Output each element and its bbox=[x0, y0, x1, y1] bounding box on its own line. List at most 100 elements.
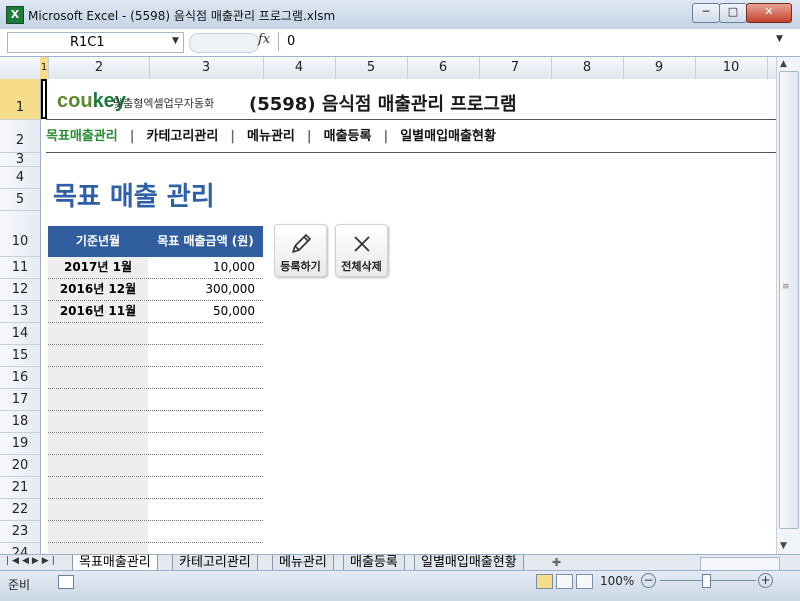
column-header[interactable]: 1 bbox=[40, 57, 49, 79]
register-button[interactable]: 등록하기 bbox=[274, 224, 327, 277]
scroll-down-icon[interactable]: ▼ bbox=[780, 541, 787, 551]
row-header[interactable]: 5 bbox=[0, 189, 40, 211]
cell-month[interactable] bbox=[48, 455, 148, 476]
cell-amount[interactable] bbox=[148, 543, 255, 554]
row-header[interactable]: 15 bbox=[0, 345, 40, 367]
column-header[interactable]: 5 bbox=[335, 57, 408, 79]
sheet-tab-menu[interactable]: 메뉴관리 bbox=[272, 555, 334, 570]
table-row[interactable] bbox=[48, 367, 263, 389]
cell-month[interactable] bbox=[48, 499, 148, 520]
row-header[interactable]: 18 bbox=[0, 411, 40, 433]
sheet-tab-category[interactable]: 카테고리관리 bbox=[172, 555, 258, 570]
cell-amount[interactable] bbox=[148, 433, 255, 454]
insert-function-icon[interactable]: fx bbox=[258, 32, 270, 47]
tab-navigation-icons[interactable]: |◀◀▶▶| bbox=[6, 556, 58, 566]
cell-month[interactable] bbox=[48, 345, 148, 366]
row-header[interactable]: 20 bbox=[0, 455, 40, 477]
chevron-down-icon[interactable]: ▼ bbox=[172, 36, 179, 46]
row-header[interactable]: 3 bbox=[0, 153, 40, 167]
table-row[interactable] bbox=[48, 521, 263, 543]
cell-amount[interactable] bbox=[148, 411, 255, 432]
row-header[interactable]: 2 bbox=[0, 120, 40, 153]
cell-month[interactable]: 2016년 11월 bbox=[48, 301, 148, 322]
table-row[interactable]: 2016년 11월 50,000 bbox=[48, 301, 263, 323]
cell-month[interactable] bbox=[48, 323, 148, 344]
row-header[interactable]: 22 bbox=[0, 499, 40, 521]
name-box[interactable]: R1C1 ▼ bbox=[7, 32, 184, 53]
minimize-button[interactable]: ─ bbox=[692, 3, 720, 23]
vertical-scrollbar[interactable]: ▲ ≡ ▼ bbox=[776, 57, 800, 554]
zoom-level[interactable]: 100% bbox=[600, 574, 634, 588]
table-row[interactable] bbox=[48, 477, 263, 499]
column-header[interactable]: 10 bbox=[695, 57, 768, 79]
table-row[interactable] bbox=[48, 323, 263, 345]
row-header[interactable]: 12 bbox=[0, 279, 40, 301]
nav-item-sales-entry[interactable]: 매출등록 bbox=[324, 125, 372, 144]
cell-amount[interactable] bbox=[148, 455, 255, 476]
zoom-out-button[interactable]: − bbox=[641, 573, 656, 588]
row-header[interactable]: 21 bbox=[0, 477, 40, 499]
table-row[interactable] bbox=[48, 499, 263, 521]
table-row[interactable]: 2017년 1월 10,000 bbox=[48, 257, 263, 279]
cell-amount[interactable]: 300,000 bbox=[148, 279, 255, 300]
page-layout-view-button[interactable] bbox=[556, 574, 573, 589]
cell-amount[interactable] bbox=[148, 477, 255, 498]
sheet-tab-daily-status[interactable]: 일별매입매출현황 bbox=[414, 555, 524, 570]
select-all-corner[interactable] bbox=[0, 57, 41, 79]
column-header[interactable]: 6 bbox=[407, 57, 480, 79]
row-header[interactable]: 17 bbox=[0, 389, 40, 411]
table-row[interactable] bbox=[48, 411, 263, 433]
formula-bar-resize-handle[interactable] bbox=[189, 33, 259, 53]
cell-month[interactable] bbox=[48, 389, 148, 410]
cell-month[interactable] bbox=[48, 543, 148, 554]
row-header[interactable]: 10 bbox=[0, 211, 40, 257]
cell-amount[interactable] bbox=[148, 345, 255, 366]
table-row[interactable] bbox=[48, 433, 263, 455]
expand-formula-bar-icon[interactable]: ▼ bbox=[776, 34, 783, 44]
cell-amount[interactable]: 50,000 bbox=[148, 301, 255, 322]
row-header[interactable]: 14 bbox=[0, 323, 40, 345]
column-header[interactable]: 7 bbox=[479, 57, 552, 79]
column-header[interactable]: 8 bbox=[551, 57, 624, 79]
formula-input[interactable]: 0 bbox=[278, 32, 776, 51]
worksheet-grid[interactable]: coukey 맞춤형엑셀업무자동화 (5598) 음식점 매출관리 프로그램 목… bbox=[41, 79, 776, 554]
cell-month[interactable] bbox=[48, 411, 148, 432]
cell-month[interactable] bbox=[48, 477, 148, 498]
column-header[interactable]: 9 bbox=[623, 57, 696, 79]
column-header[interactable]: 4 bbox=[263, 57, 336, 79]
column-header[interactable]: 3 bbox=[149, 57, 264, 79]
table-row[interactable] bbox=[48, 345, 263, 367]
cell-amount[interactable]: 10,000 bbox=[148, 257, 255, 278]
insert-sheet-icon[interactable]: ✚ bbox=[552, 556, 561, 569]
row-header[interactable]: 24 bbox=[0, 543, 40, 554]
table-row[interactable] bbox=[48, 389, 263, 411]
normal-view-button[interactable] bbox=[536, 574, 553, 589]
page-break-view-button[interactable] bbox=[576, 574, 593, 589]
scroll-up-icon[interactable]: ▲ bbox=[780, 59, 787, 69]
nav-item-category[interactable]: 카테고리관리 bbox=[147, 125, 219, 144]
zoom-in-button[interactable]: + bbox=[758, 573, 773, 588]
scrollbar-thumb[interactable] bbox=[779, 71, 799, 529]
horizontal-scrollbar[interactable] bbox=[700, 557, 780, 571]
macro-recording-icon[interactable] bbox=[58, 575, 74, 589]
cell-amount[interactable] bbox=[148, 499, 255, 520]
close-button[interactable]: ✕ bbox=[746, 3, 792, 23]
zoom-slider-thumb[interactable] bbox=[702, 574, 711, 588]
cell-month[interactable] bbox=[48, 367, 148, 388]
cell-amount[interactable] bbox=[148, 521, 255, 542]
delete-all-button[interactable]: 전체삭제 bbox=[335, 224, 388, 277]
cell-month[interactable]: 2017년 1월 bbox=[48, 257, 148, 278]
sheet-tab-sales-entry[interactable]: 매출등록 bbox=[343, 555, 405, 570]
row-header[interactable]: 11 bbox=[0, 257, 40, 279]
column-header[interactable]: 2 bbox=[49, 57, 150, 79]
nav-item-target-sales[interactable]: 목표매출관리 bbox=[46, 125, 118, 144]
table-row[interactable] bbox=[48, 455, 263, 477]
cell-amount[interactable] bbox=[148, 389, 255, 410]
table-row[interactable] bbox=[48, 543, 263, 554]
active-cell-r1c1[interactable] bbox=[41, 79, 47, 119]
row-header[interactable]: 19 bbox=[0, 433, 40, 455]
cell-month[interactable]: 2016년 12월 bbox=[48, 279, 148, 300]
nav-item-menu[interactable]: 메뉴관리 bbox=[247, 125, 295, 144]
row-header[interactable]: 1 bbox=[0, 79, 40, 120]
row-header[interactable]: 23 bbox=[0, 521, 40, 543]
